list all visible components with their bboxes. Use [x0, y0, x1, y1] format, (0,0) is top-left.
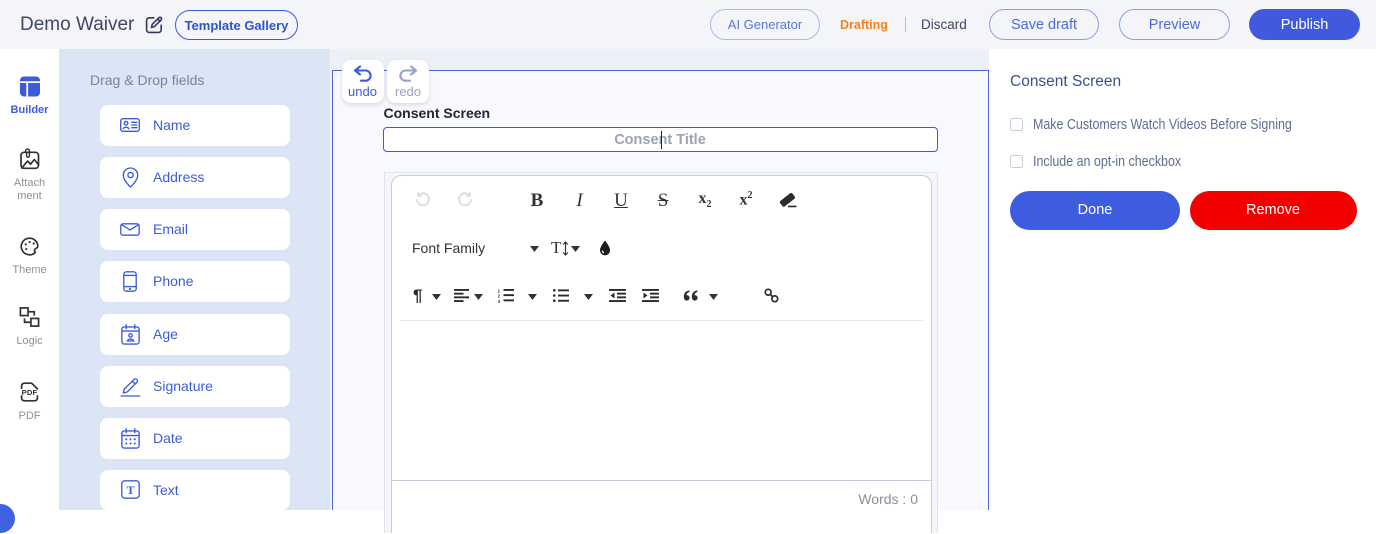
svg-text:T: T	[126, 483, 134, 497]
svg-text:3: 3	[498, 298, 501, 302]
svg-text:PDF: PDF	[22, 388, 38, 397]
